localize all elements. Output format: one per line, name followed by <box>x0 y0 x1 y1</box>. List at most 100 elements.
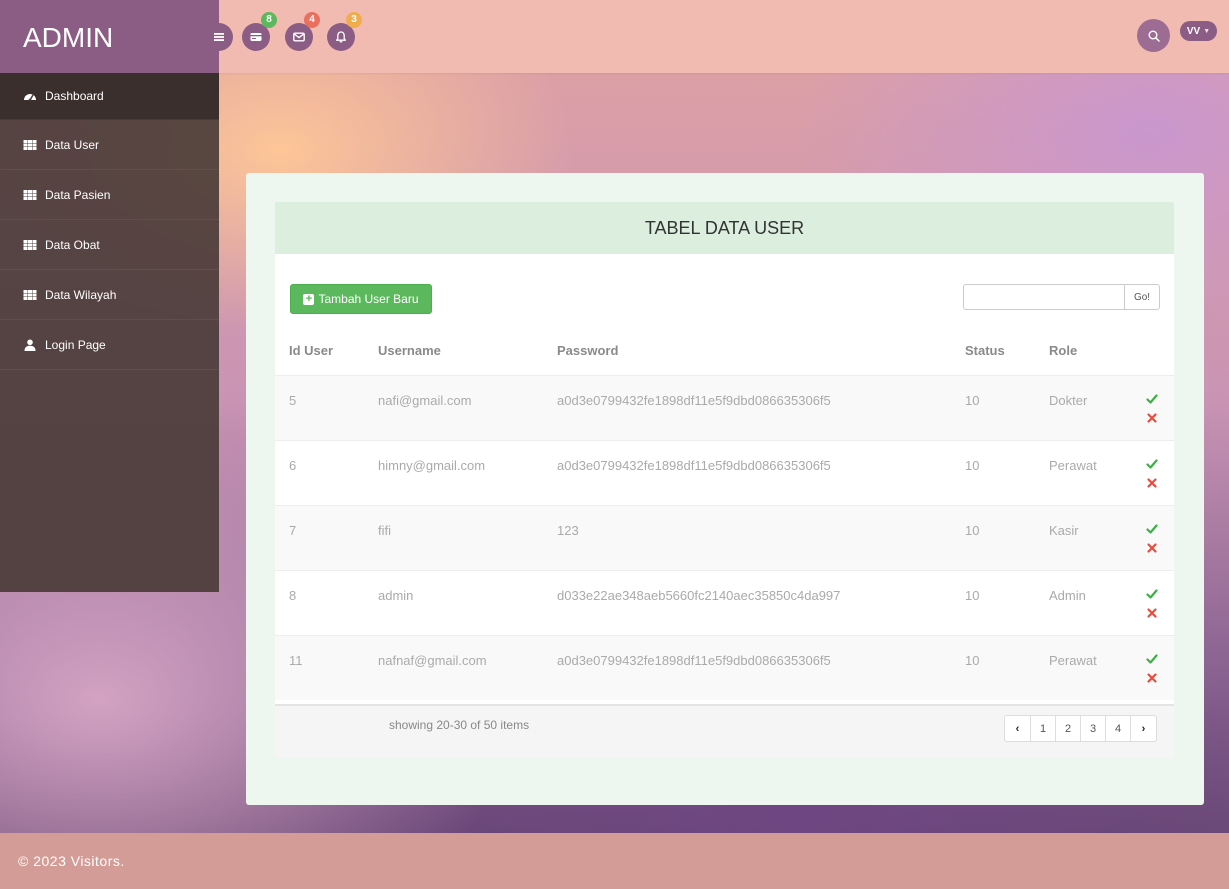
column-header-username: Username <box>378 343 441 358</box>
pagination-page-1[interactable]: 1 <box>1030 715 1056 742</box>
cell-role: Kasir <box>1049 523 1079 538</box>
table-row: 5 nafi@gmail.com a0d3e0799432fe1898df11e… <box>275 375 1174 440</box>
sidebar-item-label: Data User <box>45 137 100 152</box>
sidebar-item-data-wilayah[interactable]: Data Wilayah <box>0 270 219 320</box>
search-go-button[interactable]: Go! <box>1124 284 1160 310</box>
plus-square-icon: + <box>303 293 315 305</box>
sidebar-item-label: Login Page <box>45 337 106 352</box>
messages-notification-button[interactable]: 4 <box>285 12 320 51</box>
page-footer: © 2023 Visitors. <box>0 833 1229 889</box>
cell-status: 10 <box>965 393 980 408</box>
add-user-button[interactable]: + Tambah User Baru <box>290 284 432 314</box>
cell-id: 6 <box>289 458 297 473</box>
brand-title[interactable]: ADMIN <box>0 0 219 73</box>
table-row: 7 fifi 123 10 Kasir <box>275 505 1174 570</box>
cell-id: 8 <box>289 588 297 603</box>
cell-password: d033e22ae348aeb5660fc2140aec35850c4da997 <box>557 588 841 603</box>
pagination-summary: showing 20-30 of 50 items <box>389 718 530 732</box>
table-icon <box>23 189 37 201</box>
cell-role: Perawat <box>1049 653 1097 668</box>
top-navbar: ADMIN 8 4 3 VV ▼ <box>0 0 1229 73</box>
sidebar-item-label: Data Wilayah <box>45 287 117 302</box>
delete-x-icon[interactable] <box>1146 412 1158 424</box>
table-icon <box>23 139 37 151</box>
bell-icon <box>335 31 347 43</box>
cell-id: 11 <box>289 653 303 668</box>
cell-status: 10 <box>965 588 980 603</box>
sidebar-item-login-page[interactable]: Login Page <box>0 320 219 370</box>
search-toggle-button[interactable] <box>1137 19 1170 52</box>
chevron-down-icon: ▼ <box>1203 27 1211 35</box>
sidebar-item-label: Dashboard <box>45 89 104 103</box>
column-header-status: Status <box>965 343 1005 358</box>
alerts-notification-button[interactable]: 3 <box>327 12 362 51</box>
cell-id: 7 <box>289 523 297 538</box>
sidebar-item-label: Data Pasien <box>45 187 111 202</box>
alerts-count-badge: 3 <box>346 12 362 28</box>
column-header-role: Role <box>1049 343 1078 358</box>
menu-toggle-button[interactable] <box>205 23 233 51</box>
table-icon <box>23 239 37 251</box>
user-icon <box>23 339 37 351</box>
approve-check-icon[interactable] <box>1146 653 1158 665</box>
table-footer: showing 20-30 of 50 items ‹ 1 2 3 4 › <box>275 704 1174 758</box>
user-initials: VV <box>1186 25 1201 37</box>
cell-id: 5 <box>289 393 297 408</box>
wallet-notification-button[interactable]: 8 <box>242 12 277 51</box>
wallet-count-badge: 8 <box>261 12 277 28</box>
cell-role: Admin <box>1049 588 1086 603</box>
user-menu-button[interactable]: VV ▼ <box>1180 21 1217 41</box>
cell-username: fifi <box>378 523 391 538</box>
table-title: TABEL DATA USER <box>275 202 1174 254</box>
pagination-prev-button[interactable]: ‹ <box>1004 715 1031 742</box>
cell-username: himny@gmail.com <box>378 458 486 473</box>
table-row: 11 nafnaf@gmail.com a0d3e0799432fe1898df… <box>275 635 1174 700</box>
sidebar-item-label: Data Obat <box>45 237 100 252</box>
sidebar-item-data-pasien[interactable]: Data Pasien <box>0 170 219 220</box>
column-header-password: Password <box>557 343 619 358</box>
table-row: 8 admin d033e22ae348aeb5660fc2140aec3585… <box>275 570 1174 635</box>
approve-check-icon[interactable] <box>1146 393 1158 405</box>
cell-username: nafi@gmail.com <box>378 393 472 408</box>
sidebar-item-data-user[interactable]: Data User <box>0 120 219 170</box>
sidebar-item-data-obat[interactable]: Data Obat <box>0 220 219 270</box>
hamburger-icon <box>214 33 224 41</box>
pagination-next-button[interactable]: › <box>1130 715 1157 742</box>
approve-check-icon[interactable] <box>1146 523 1158 535</box>
cell-status: 10 <box>965 653 980 668</box>
cell-password: 123 <box>557 523 579 538</box>
cell-username: nafnaf@gmail.com <box>378 653 487 668</box>
envelope-icon <box>293 32 305 42</box>
messages-count-badge: 4 <box>304 12 320 28</box>
approve-check-icon[interactable] <box>1146 588 1158 600</box>
sidebar-item-dashboard[interactable]: Dashboard <box>0 73 219 120</box>
cell-status: 10 <box>965 523 980 538</box>
pagination-page-3[interactable]: 3 <box>1080 715 1106 742</box>
cell-username: admin <box>378 588 414 603</box>
sidebar: Dashboard Data User Data Pasien Data Oba… <box>0 73 219 592</box>
column-header-id: Id User <box>289 343 334 358</box>
cell-password: a0d3e0799432fe1898df11e5f9dbd086635306f5 <box>557 393 831 408</box>
table-row: 6 himny@gmail.com a0d3e0799432fe1898df11… <box>275 440 1174 505</box>
cell-password: a0d3e0799432fe1898df11e5f9dbd086635306f5 <box>557 458 831 473</box>
cell-role: Dokter <box>1049 393 1088 408</box>
user-table-card: TABEL DATA USER + Tambah User Baru Go! I… <box>275 202 1174 758</box>
dashboard-icon <box>23 90 37 102</box>
add-user-label: Tambah User Baru <box>318 292 419 306</box>
cell-status: 10 <box>965 458 980 473</box>
pagination-page-4[interactable]: 4 <box>1105 715 1131 742</box>
delete-x-icon[interactable] <box>1146 477 1158 489</box>
cell-password: a0d3e0799432fe1898df11e5f9dbd086635306f5 <box>557 653 831 668</box>
search-icon <box>1148 30 1160 42</box>
delete-x-icon[interactable] <box>1146 672 1158 684</box>
pagination-page-2[interactable]: 2 <box>1055 715 1081 742</box>
delete-x-icon[interactable] <box>1146 607 1158 619</box>
approve-check-icon[interactable] <box>1146 458 1158 470</box>
content-panel: TABEL DATA USER + Tambah User Baru Go! I… <box>246 173 1204 805</box>
search-input[interactable] <box>963 284 1124 310</box>
table-icon <box>23 289 37 301</box>
cell-role: Perawat <box>1049 458 1097 473</box>
delete-x-icon[interactable] <box>1146 542 1158 554</box>
pagination: ‹ 1 2 3 4 › <box>1004 715 1157 742</box>
wallet-icon <box>250 33 262 41</box>
